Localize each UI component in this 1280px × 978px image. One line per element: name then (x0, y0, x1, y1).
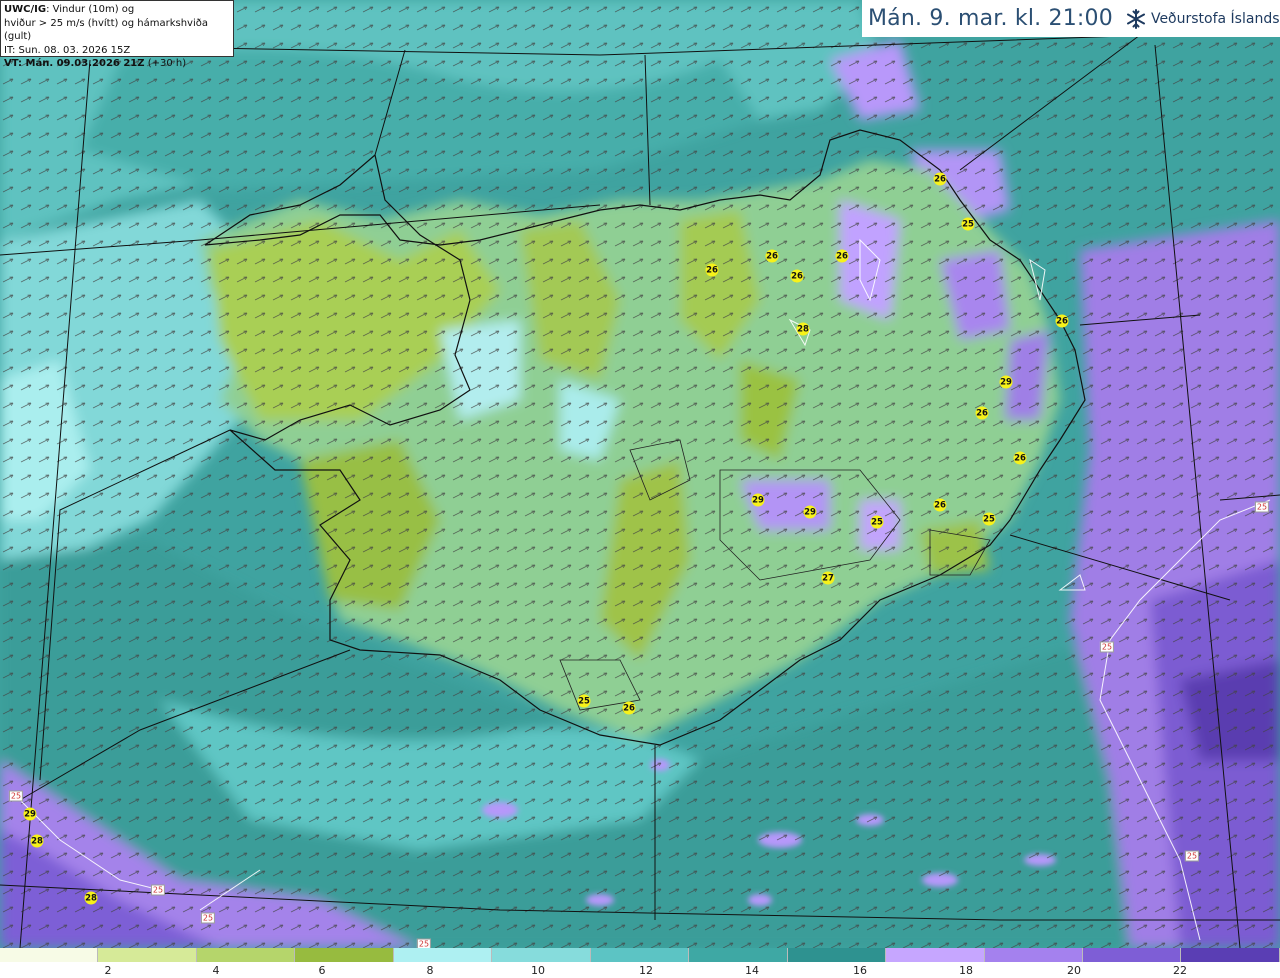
legend-tick-label: 18 (959, 964, 973, 977)
info-line2: hviður > 25 m/s (hvítt) og hámarkshviða … (4, 17, 208, 43)
max-gust-marker: 25 (870, 515, 884, 529)
legend-swatch (393, 948, 493, 962)
max-gust-marker: 29 (751, 493, 765, 507)
legend-tick-label: 2 (104, 964, 112, 977)
legend-tick-label: 22 (1173, 964, 1187, 977)
info-valid-time: VT: Mán. 09.03.2026 21Z (4, 58, 145, 69)
info-issue-time: IT: Sun. 08. 03. 2026 15Z (4, 44, 131, 56)
title-bar: Mán. 9. mar. kl. 21:00 Veðurstofa Ísland… (862, 0, 1280, 37)
logo-text: Veðurstofa Íslands (1150, 10, 1280, 27)
max-gust-marker: 26 (1013, 451, 1027, 465)
gust-contour-label: 25 (1099, 641, 1115, 653)
max-gust-marker: 25 (982, 512, 996, 526)
product-code: UWC/IG (4, 4, 47, 15)
max-gust-marker: 26 (705, 263, 719, 277)
max-gust-marker: 28 (796, 322, 810, 336)
gust-contour-label: 25 (150, 884, 166, 896)
legend-swatch (98, 948, 197, 962)
legend-tick-label: 6 (318, 964, 326, 977)
max-gust-marker: 27 (821, 571, 835, 585)
gust-contour-label: 25 (1184, 850, 1200, 862)
valid-time-title: Mán. 9. mar. kl. 21:00 (868, 6, 1113, 31)
legend-swatch (590, 948, 690, 962)
gust-contour-label: 25 (8, 790, 24, 802)
max-gust-marker: 26 (835, 249, 849, 263)
legend-swatch (984, 948, 1083, 962)
legend-tick-label: 12 (639, 964, 653, 977)
max-gust-marker: 29 (803, 505, 817, 519)
max-gust-marker: 26 (975, 406, 989, 420)
legend-tick-label: 14 (745, 964, 759, 977)
legend-swatch (295, 948, 394, 962)
info-box: UWC/IG: Vindur (10m) og hviður > 25 m/s … (0, 0, 234, 69)
legend-tick-label: 10 (531, 964, 545, 977)
legend-swatch (492, 948, 591, 962)
legend-swatch (787, 948, 887, 962)
max-gust-marker: 25 (961, 217, 975, 231)
max-gust-marker: 29 (23, 807, 37, 821)
legend-tick-label: 4 (212, 964, 220, 977)
max-gust-marker: 26 (1055, 314, 1069, 328)
max-gust-marker: 28 (30, 834, 44, 848)
vedurstofa-snowflake-icon (1126, 8, 1145, 29)
max-gust-marker: 26 (790, 269, 804, 283)
legend-swatch (196, 948, 296, 962)
max-gust-marker: 26 (933, 498, 947, 512)
max-gust-marker: 25 (577, 694, 591, 708)
max-gust-marker: 28 (84, 891, 98, 905)
gust-contour-label: 25 (200, 912, 216, 924)
max-gust-marker: 26 (933, 172, 947, 186)
legend-tick-label: 8 (426, 964, 434, 977)
legend-swatch (689, 948, 788, 962)
legend-swatch (1082, 948, 1182, 962)
legend-tick-label: 16 (853, 964, 867, 977)
max-gust-marker: 26 (765, 249, 779, 263)
max-gust-marker: 29 (999, 375, 1013, 389)
wind-map (0, 0, 1280, 948)
legend-swatch (0, 948, 99, 962)
gust-contour-label: 25 (1254, 501, 1270, 513)
legend-bar (0, 948, 1280, 962)
legend-swatch (1181, 948, 1280, 962)
legend-tick-label: 20 (1067, 964, 1081, 977)
color-legend: 2 4 6 8 10 12 14 16 18 20 22 (0, 948, 1280, 978)
logo: Veðurstofa Íslands (1125, 8, 1280, 30)
legend-swatch (886, 948, 985, 962)
info-line1: : Vindur (10m) og (46, 4, 135, 15)
info-lead-time: (+30 h) (144, 58, 187, 69)
max-gust-marker: 26 (622, 701, 636, 715)
